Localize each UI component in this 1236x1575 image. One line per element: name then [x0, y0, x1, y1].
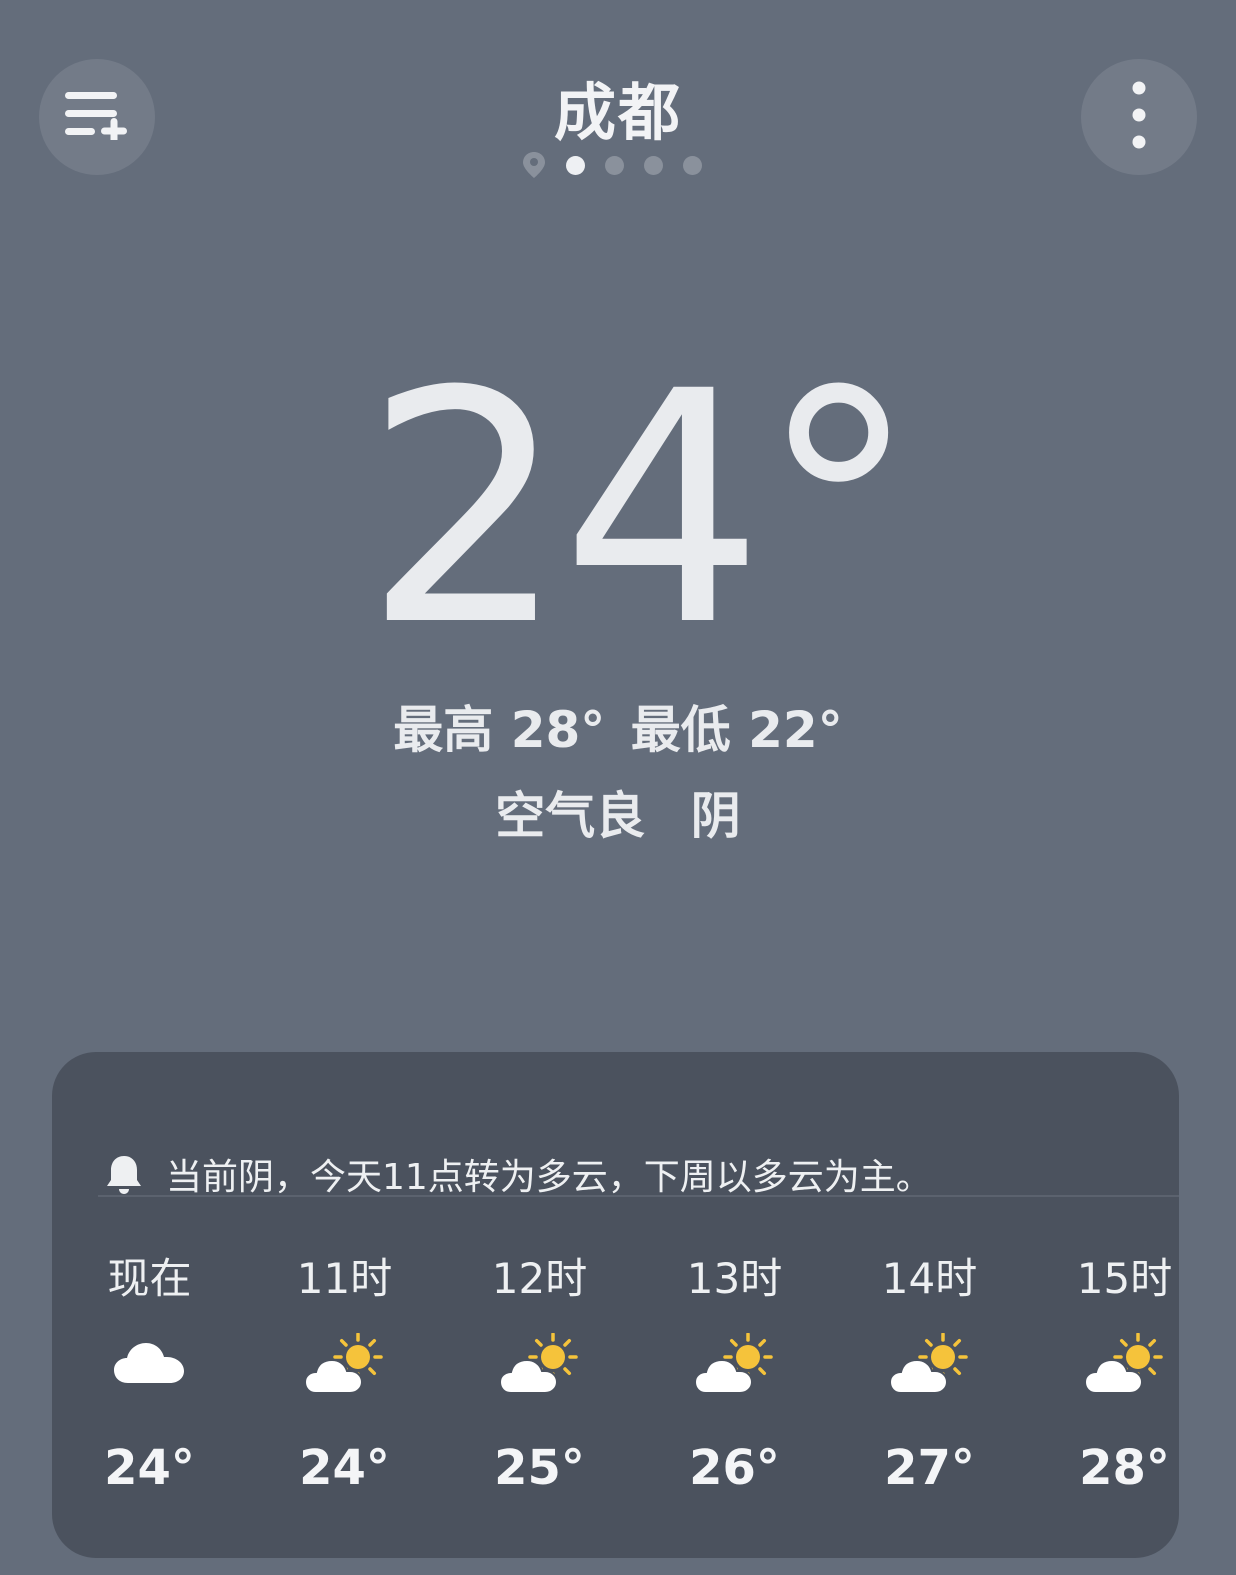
hour-item[interactable]: 现在 24°: [52, 1245, 247, 1545]
hour-temperature: 27°: [884, 1440, 975, 1496]
hour-label: 13时: [686, 1254, 783, 1303]
more-options-button[interactable]: [1081, 59, 1197, 175]
partly-cloudy-day-icon: [442, 1333, 637, 1403]
high-temperature: 最高 28°: [393, 701, 606, 759]
page-dot[interactable]: [566, 155, 585, 175]
hour-temperature: 24°: [104, 1440, 195, 1496]
hour-label: 15时: [1076, 1254, 1173, 1303]
partly-cloudy-day-icon: [247, 1333, 442, 1403]
high-low-temperature: 最高 28° 最低 22°: [0, 690, 1236, 762]
air-quality-and-condition[interactable]: 空气良 阴: [0, 776, 1236, 848]
hour-label: 14时: [881, 1254, 978, 1303]
divider: [98, 1195, 1179, 1197]
hour-item[interactable]: 11时 24°: [247, 1245, 442, 1545]
hour-label: 11时: [296, 1254, 393, 1303]
partly-cloudy-day-icon: [637, 1333, 832, 1403]
hourly-forecast-card[interactable]: 当前阴，今天11点转为多云，下周以多云为主。 现在 24° 11时 24° 12…: [52, 1052, 1179, 1558]
hour-item[interactable]: 12时 25°: [442, 1245, 637, 1545]
city-pager[interactable]: [522, 151, 702, 179]
city-name: 成都: [553, 76, 682, 149]
hour-label: 现在: [107, 1254, 192, 1303]
hour-item[interactable]: 13时 26°: [637, 1245, 832, 1545]
hourly-list[interactable]: 现在 24° 11时 24° 12时 25° 13时 26° 14时 27° 1…: [52, 1245, 1179, 1545]
more-vertical-icon: [1131, 80, 1147, 154]
weather-condition: 阴: [690, 787, 741, 845]
partly-cloudy-day-icon: [832, 1333, 1027, 1403]
page-dot[interactable]: [605, 155, 624, 175]
page-dot[interactable]: [683, 155, 702, 175]
forecast-summary: 当前阴，今天11点转为多云，下周以多云为主。: [104, 1150, 932, 1198]
cloudy-icon: [52, 1333, 247, 1403]
hour-item[interactable]: 15时 28°: [1027, 1245, 1179, 1545]
bell-icon: [104, 1153, 144, 1195]
location-pin-icon: [522, 151, 546, 179]
hour-temperature: 28°: [1079, 1440, 1170, 1496]
hour-temperature: 25°: [494, 1440, 585, 1496]
hour-temperature: 26°: [689, 1440, 780, 1496]
forecast-summary-text: 当前阴，今天11点转为多云，下周以多云为主。: [166, 1157, 932, 1198]
current-temperature: 24°: [363, 324, 918, 696]
hour-label: 12时: [491, 1254, 588, 1303]
low-temperature: 最低 22°: [630, 701, 843, 759]
hour-temperature: 24°: [299, 1440, 390, 1496]
partly-cloudy-day-icon: [1027, 1333, 1179, 1403]
page-dot[interactable]: [644, 155, 663, 175]
hour-item[interactable]: 14时 27°: [832, 1245, 1027, 1545]
air-quality: 空气良: [495, 787, 646, 845]
